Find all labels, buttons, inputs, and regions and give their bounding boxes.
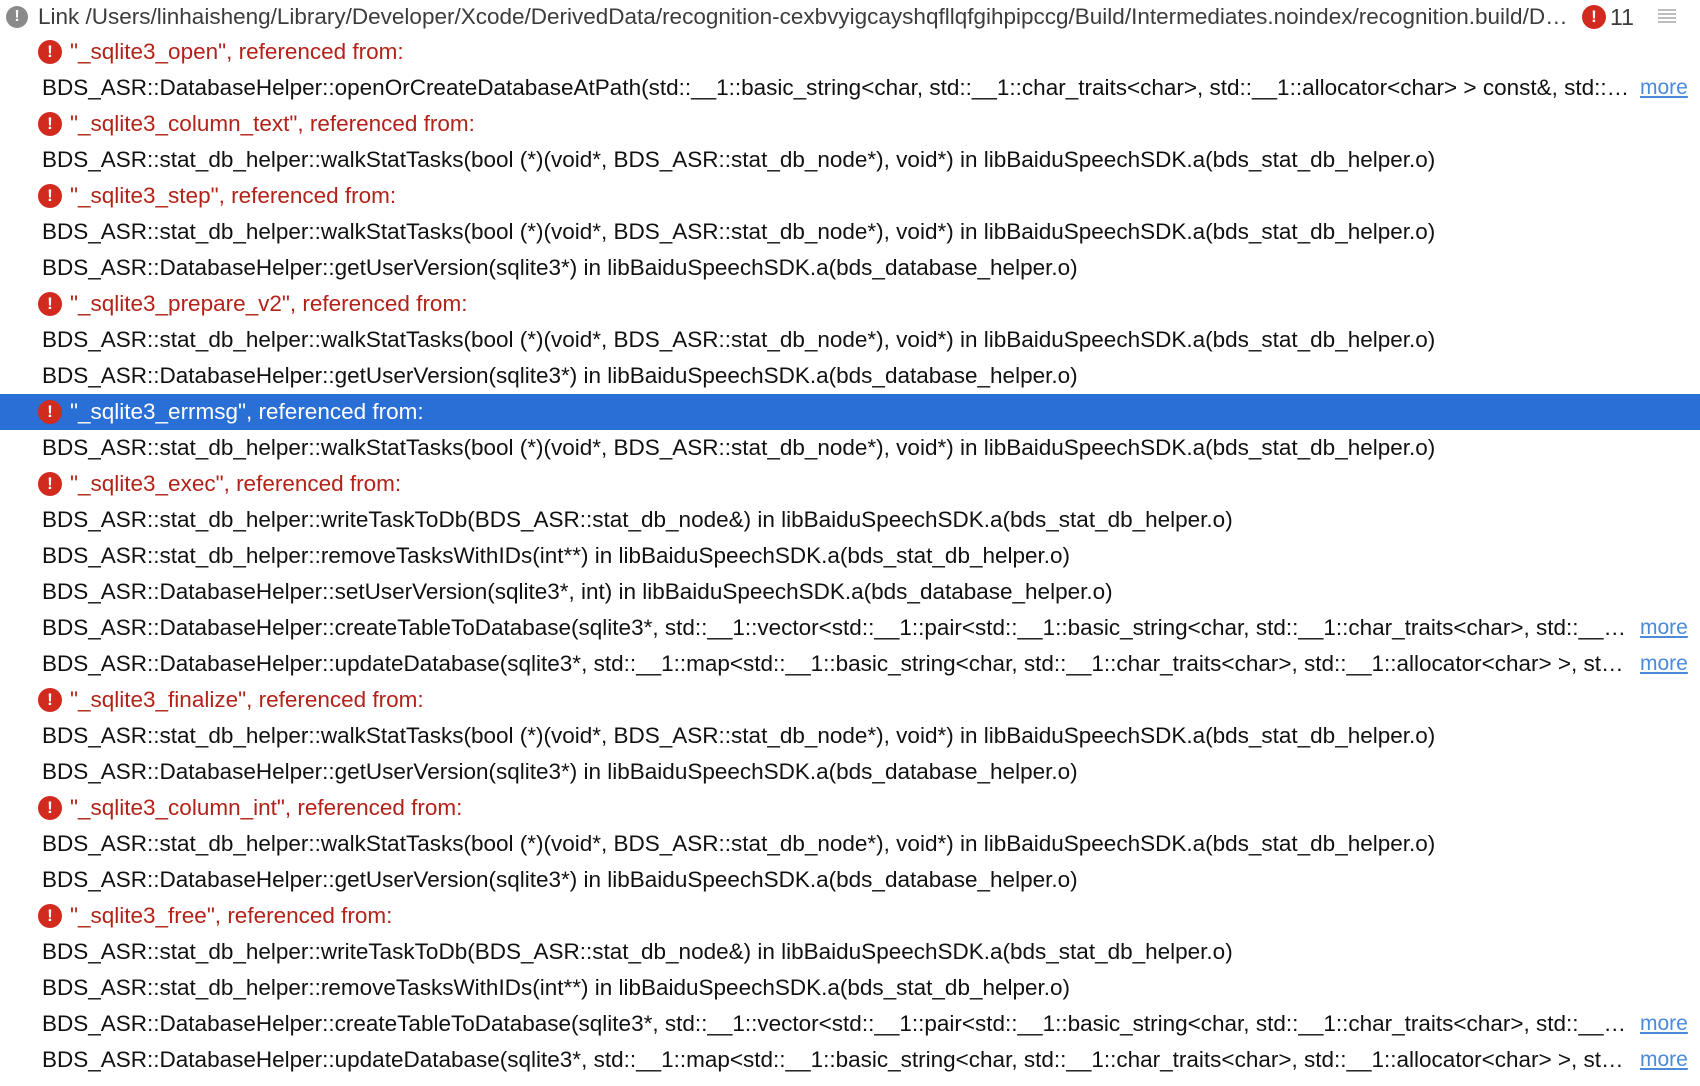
reference-text: BDS_ASR::stat_db_helper::removeTasksWith… [42,543,1071,568]
more-link[interactable]: more [1640,610,1688,646]
reference-text: BDS_ASR::DatabaseHelper::openOrCreateDat… [42,75,1632,100]
error-message: "_sqlite3_column_text", referenced from: [70,111,475,136]
error-icon: ! [1582,5,1606,29]
issue-list: ! "_sqlite3_open", referenced from: BDS_AS… [0,34,1700,1078]
reference-row[interactable]: BDS_ASR::stat_db_helper::writeTaskToDb(B… [0,502,1700,538]
reference-row[interactable]: BDS_ASR::stat_db_helper::walkStatTasks(b… [0,718,1700,754]
reference-text: BDS_ASR::stat_db_helper::walkStatTasks(b… [42,435,1436,460]
reference-text: BDS_ASR::stat_db_helper::walkStatTasks(b… [42,147,1436,172]
reference-row[interactable]: BDS_ASR::DatabaseHelper::createTableToDa… [0,1006,1700,1042]
list-icon[interactable] [1658,9,1676,25]
reference-text: BDS_ASR::stat_db_helper::walkStatTasks(b… [42,219,1436,244]
reference-text: BDS_ASR::DatabaseHelper::createTableToDa… [42,615,1632,640]
error-icon: ! [38,796,62,820]
error-message: "_sqlite3_finalize", referenced from: [70,687,424,712]
error-row[interactable]: ! "_sqlite3_exec", referenced from: [0,466,1700,502]
more-link[interactable]: more [1640,646,1688,682]
reference-text: BDS_ASR::stat_db_helper::removeTasksWith… [42,975,1071,1000]
reference-text: BDS_ASR::stat_db_helper::walkStatTasks(b… [42,327,1436,352]
reference-text: BDS_ASR::stat_db_helper::writeTaskToDb(B… [42,939,1233,964]
reference-row[interactable]: BDS_ASR::DatabaseHelper::openOrCreateDat… [0,70,1700,106]
reference-row[interactable]: BDS_ASR::DatabaseHelper::getUserVersion(… [0,358,1700,394]
warning-icon: ! [6,6,28,28]
error-count: 11 [1610,4,1634,30]
error-icon: ! [38,292,62,316]
link-step-header[interactable]: ! Link /Users/linhaisheng/Library/Develo… [0,0,1700,34]
reference-row[interactable]: BDS_ASR::DatabaseHelper::getUserVersion(… [0,250,1700,286]
reference-text: BDS_ASR::DatabaseHelper::updateDatabase(… [42,651,1632,676]
error-message: "_sqlite3_exec", referenced from: [70,471,402,496]
issue-navigator: ! Link /Users/linhaisheng/Library/Develo… [0,0,1700,1078]
more-link[interactable]: more [1640,1042,1688,1078]
reference-row[interactable]: BDS_ASR::stat_db_helper::walkStatTasks(b… [0,142,1700,178]
reference-row[interactable]: BDS_ASR::stat_db_helper::removeTasksWith… [0,538,1700,574]
error-row[interactable]: ! "_sqlite3_column_text", referenced from… [0,106,1700,142]
error-icon: ! [38,112,62,136]
error-message: "_sqlite3_column_int", referenced from: [70,795,463,820]
reference-row[interactable]: BDS_ASR::DatabaseHelper::getUserVersion(… [0,862,1700,898]
error-row[interactable]: ! "_sqlite3_prepare_v2", referenced from: [0,286,1700,322]
more-link[interactable]: more [1640,1006,1688,1042]
reference-text: BDS_ASR::DatabaseHelper::getUserVersion(… [42,759,1078,784]
error-icon: ! [38,40,62,64]
reference-row[interactable]: BDS_ASR::DatabaseHelper::getUserVersion(… [0,754,1700,790]
reference-text: BDS_ASR::DatabaseHelper::getUserVersion(… [42,867,1078,892]
error-message: "_sqlite3_open", referenced from: [70,39,404,64]
reference-row[interactable]: BDS_ASR::DatabaseHelper::updateDatabase(… [0,646,1700,682]
reference-row[interactable]: BDS_ASR::DatabaseHelper::updateDatabase(… [0,1042,1700,1078]
reference-text: BDS_ASR::DatabaseHelper::getUserVersion(… [42,363,1078,388]
error-icon: ! [38,688,62,712]
error-row[interactable]: ! "_sqlite3_step", referenced from: [0,178,1700,214]
error-message: "_sqlite3_prepare_v2", referenced from: [70,291,468,316]
reference-text: BDS_ASR::DatabaseHelper::updateDatabase(… [42,1047,1632,1072]
reference-row[interactable]: BDS_ASR::stat_db_helper::walkStatTasks(b… [0,322,1700,358]
reference-row[interactable]: BDS_ASR::stat_db_helper::walkStatTasks(b… [0,826,1700,862]
error-row[interactable]: ! "_sqlite3_finalize", referenced from: [0,682,1700,718]
error-row[interactable]: ! "_sqlite3_free", referenced from: [0,898,1700,934]
error-icon: ! [38,400,62,424]
reference-row[interactable]: BDS_ASR::stat_db_helper::walkStatTasks(b… [0,430,1700,466]
error-icon: ! [38,184,62,208]
error-icon: ! [38,472,62,496]
reference-text: BDS_ASR::DatabaseHelper::createTableToDa… [42,1011,1632,1036]
reference-row[interactable]: BDS_ASR::DatabaseHelper::createTableToDa… [0,610,1700,646]
error-message: "_sqlite3_step", referenced from: [70,183,397,208]
reference-row[interactable]: BDS_ASR::stat_db_helper::writeTaskToDb(B… [0,934,1700,970]
reference-text: BDS_ASR::DatabaseHelper::getUserVersion(… [42,255,1078,280]
reference-row[interactable]: BDS_ASR::stat_db_helper::walkStatTasks(b… [0,214,1700,250]
link-step-title: Link /Users/linhaisheng/Library/Develope… [38,4,1573,29]
error-row[interactable]: ! "_sqlite3_column_int", referenced from: [0,790,1700,826]
error-row[interactable]: ! "_sqlite3_open", referenced from: [0,34,1700,70]
reference-text: BDS_ASR::stat_db_helper::walkStatTasks(b… [42,831,1436,856]
error-row[interactable]: ! "_sqlite3_errmsg", referenced from: [0,394,1700,430]
reference-text: BDS_ASR::DatabaseHelper::setUserVersion(… [42,579,1113,604]
reference-text: BDS_ASR::stat_db_helper::writeTaskToDb(B… [42,507,1233,532]
reference-row[interactable]: BDS_ASR::DatabaseHelper::setUserVersion(… [0,574,1700,610]
reference-text: BDS_ASR::stat_db_helper::walkStatTasks(b… [42,723,1436,748]
reference-row[interactable]: BDS_ASR::stat_db_helper::removeTasksWith… [0,970,1700,1006]
more-link[interactable]: more [1640,70,1688,106]
error-message: "_sqlite3_errmsg", referenced from: [70,399,424,424]
error-message: "_sqlite3_free", referenced from: [70,903,393,928]
error-icon: ! [38,904,62,928]
